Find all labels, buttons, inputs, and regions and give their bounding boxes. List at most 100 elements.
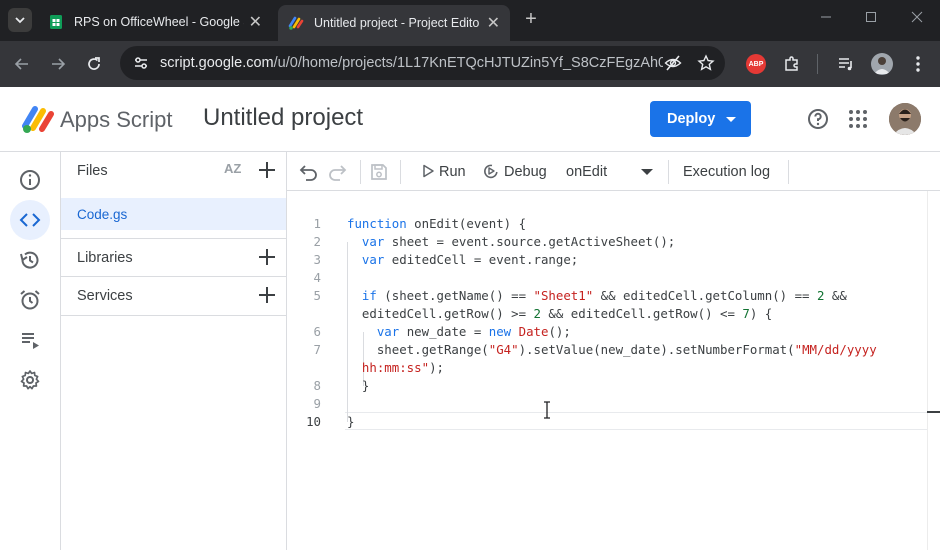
kebab-icon[interactable] bbox=[906, 52, 930, 76]
code-text: function onEdit(event) { bbox=[347, 216, 527, 231]
site-settings-icon[interactable] bbox=[132, 54, 150, 72]
caret-down-icon bbox=[726, 117, 736, 122]
code-text: } bbox=[347, 378, 370, 393]
help-icon[interactable] bbox=[807, 108, 829, 130]
tab-search-button[interactable] bbox=[8, 8, 32, 32]
toolbar-divider bbox=[817, 54, 818, 74]
settings-button[interactable] bbox=[10, 360, 50, 400]
address-bar[interactable]: script.google.com/u/0/home/projects/1L17… bbox=[120, 46, 725, 80]
text-cursor-icon bbox=[544, 401, 550, 419]
apps-script-icon bbox=[288, 16, 304, 30]
add-file-plus-icon[interactable] bbox=[257, 160, 277, 180]
triggers-button[interactable] bbox=[10, 280, 50, 320]
libraries-label: Libraries bbox=[77, 250, 133, 266]
line-number: 1 bbox=[313, 216, 321, 231]
code-line[interactable]: 7 sheet.getRange("G4").setValue(new_date… bbox=[287, 341, 940, 359]
code-text: } bbox=[347, 414, 355, 429]
code-line[interactable]: 4 bbox=[287, 269, 940, 287]
left-rail bbox=[0, 152, 61, 550]
back-icon[interactable] bbox=[10, 52, 34, 76]
sort-files-button[interactable]: AZ bbox=[224, 161, 241, 176]
url-text: script.google.com/u/0/home/projects/1L17… bbox=[160, 55, 663, 71]
maximize-icon[interactable] bbox=[859, 10, 883, 30]
line-number: 2 bbox=[313, 234, 321, 249]
save-icon[interactable] bbox=[369, 162, 389, 182]
editor-scrollbar[interactable] bbox=[927, 191, 940, 550]
deploy-button[interactable]: Deploy bbox=[650, 101, 751, 137]
project-history-button[interactable] bbox=[10, 240, 50, 280]
add-library-plus-icon[interactable] bbox=[257, 247, 277, 267]
toolbar-separator bbox=[668, 160, 669, 184]
code-line[interactable]: editedCell.getRow() >= 2 && editedCell.g… bbox=[287, 305, 940, 323]
star-icon[interactable] bbox=[697, 54, 715, 72]
close-icon[interactable]: ✕ bbox=[249, 12, 262, 32]
file-name: Code.gs bbox=[77, 207, 128, 222]
debug-button[interactable]: Debug bbox=[481, 152, 551, 191]
profile-avatar[interactable] bbox=[870, 52, 894, 76]
code-line[interactable]: hh:mm:ss"); bbox=[287, 359, 940, 377]
tab-strip: RPS on OfficeWheel - Google S ✕ Untitled… bbox=[0, 0, 940, 41]
adblock-extension[interactable]: ABP bbox=[744, 52, 768, 76]
overview-button[interactable] bbox=[10, 160, 50, 200]
account-avatar[interactable] bbox=[889, 103, 921, 135]
eye-off-icon[interactable] bbox=[664, 54, 682, 72]
files-panel: Files AZ Code.gs Libraries Services bbox=[61, 152, 287, 550]
executions-icon bbox=[22, 333, 39, 349]
code-line[interactable]: 2 var sheet = event.source.getActiveShee… bbox=[287, 233, 940, 251]
code-line[interactable]: 9 bbox=[287, 395, 940, 413]
debug-icon bbox=[484, 164, 498, 179]
apps-grid-icon[interactable] bbox=[847, 108, 869, 130]
undo-icon[interactable] bbox=[299, 162, 319, 182]
minimize-icon[interactable] bbox=[814, 10, 838, 30]
function-select[interactable]: onEdit bbox=[559, 152, 659, 191]
editor-button[interactable] bbox=[10, 200, 50, 240]
code-line[interactable]: 8 } bbox=[287, 377, 940, 395]
line-number: 8 bbox=[313, 378, 321, 393]
file-item-code-gs[interactable]: Code.gs bbox=[61, 198, 286, 230]
close-icon[interactable]: ✕ bbox=[487, 13, 500, 33]
code-text: var sheet = event.source.getActiveSheet(… bbox=[361, 234, 676, 249]
services-label: Services bbox=[77, 288, 133, 304]
code-editor[interactable]: 1 function onEdit(event) { 2 var sheet = e… bbox=[287, 191, 940, 550]
files-label: Files bbox=[77, 163, 108, 179]
code-line[interactable]: 6 var new_date = new Date(); bbox=[287, 323, 940, 341]
libraries-section: Libraries bbox=[61, 238, 287, 277]
executions-button[interactable] bbox=[10, 320, 50, 360]
line-number: 10 bbox=[306, 414, 321, 429]
media-icon[interactable] bbox=[834, 52, 858, 76]
app-header: Apps Script Untitled project Deploy bbox=[0, 87, 940, 152]
line-number: 4 bbox=[313, 270, 321, 285]
code-text: sheet.getRange("G4").setValue(new_date).… bbox=[347, 342, 877, 357]
tab-title: RPS on OfficeWheel - Google S bbox=[74, 15, 244, 29]
forward-icon[interactable] bbox=[46, 52, 70, 76]
code-line[interactable]: 3 var editedCell = event.range; bbox=[287, 251, 940, 269]
code-line[interactable]: 10} bbox=[287, 413, 940, 431]
code-line[interactable]: 1 function onEdit(event) { bbox=[287, 215, 940, 233]
files-header: Files AZ bbox=[61, 152, 287, 198]
reload-icon[interactable] bbox=[82, 52, 106, 76]
code-text: var editedCell = event.range; bbox=[361, 252, 579, 267]
close-window-icon[interactable] bbox=[905, 10, 929, 30]
line-number: 7 bbox=[313, 342, 321, 357]
sheets-icon bbox=[50, 15, 62, 29]
add-service-plus-icon[interactable] bbox=[257, 285, 277, 305]
gear-icon bbox=[20, 370, 40, 390]
tab-rps-officewheel[interactable]: RPS on OfficeWheel - Google S ✕ bbox=[38, 6, 272, 38]
tab-apps-script[interactable]: Untitled project - Project Edito ✕ bbox=[278, 5, 510, 41]
caret-down-icon bbox=[641, 169, 653, 175]
execution-log-button[interactable]: Execution log bbox=[683, 164, 770, 180]
run-icon bbox=[423, 164, 434, 178]
plus-icon[interactable]: + bbox=[520, 8, 542, 30]
run-button[interactable]: Run bbox=[415, 152, 467, 191]
project-title[interactable]: Untitled project bbox=[203, 104, 363, 132]
redo-icon[interactable] bbox=[327, 162, 347, 182]
code-text: hh:mm:ss"); bbox=[361, 360, 444, 375]
code-line[interactable]: 5 if (sheet.getName() == "Sheet1" && edi… bbox=[287, 287, 940, 305]
browser-toolbar: script.google.com/u/0/home/projects/1L17… bbox=[0, 41, 940, 87]
alarm-icon bbox=[20, 290, 40, 310]
scroll-position-marker bbox=[927, 411, 940, 413]
tab-title: Untitled project - Project Edito bbox=[314, 16, 480, 30]
puzzle-icon[interactable] bbox=[780, 52, 804, 76]
code-icon bbox=[19, 213, 41, 227]
line-number: 6 bbox=[313, 324, 321, 339]
